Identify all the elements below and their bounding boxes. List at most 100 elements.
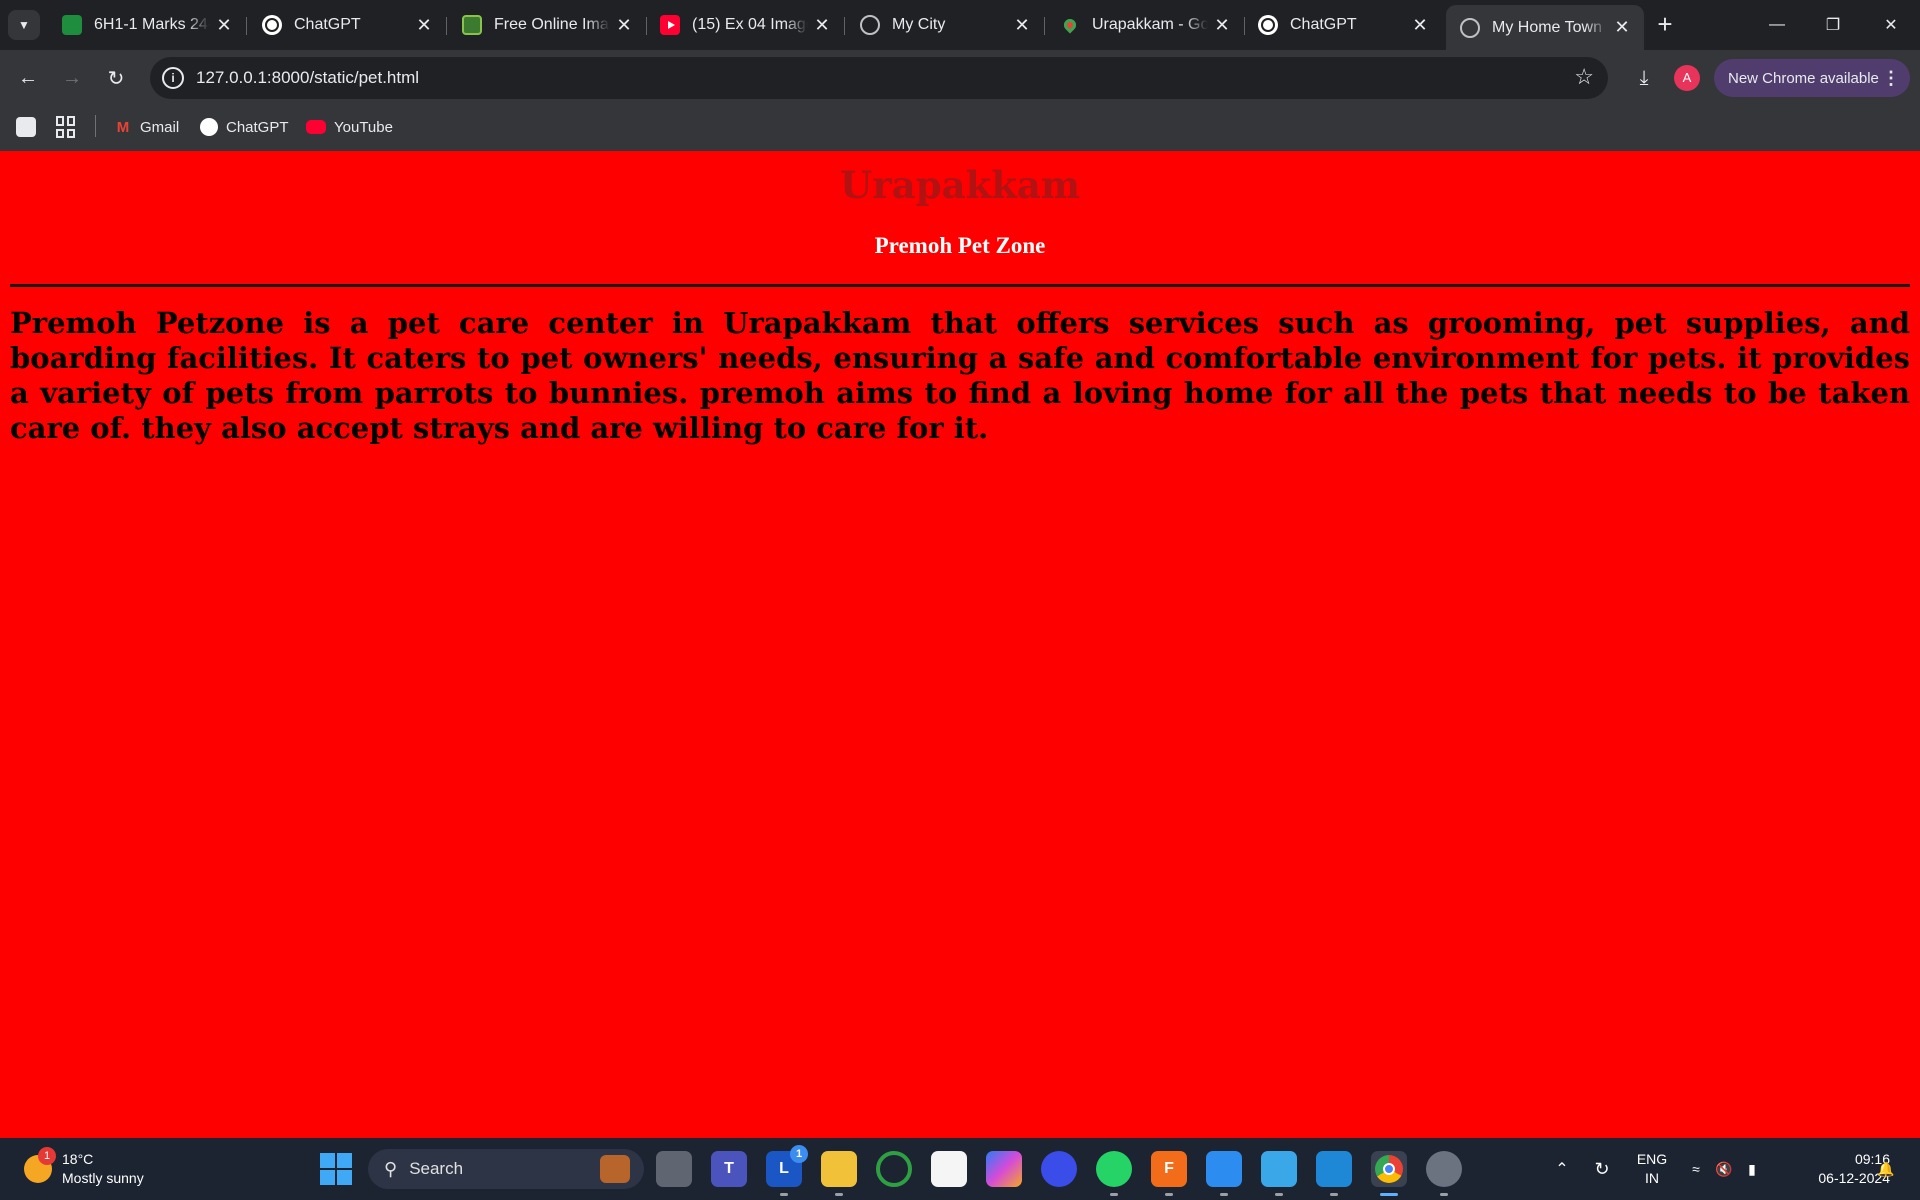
close-icon[interactable]: ✕ [210,15,238,36]
task-view-icon[interactable] [656,1151,692,1187]
wifi-icon[interactable]: ≈ [1684,1138,1708,1200]
close-icon[interactable]: ✕ [1608,17,1636,38]
battery-icon[interactable]: ▮ [1740,1138,1764,1200]
bookmark-label: ChatGPT [226,118,289,136]
tab-title: Urapakkam - Go [1092,16,1208,33]
tab-title: My Home Town [1492,18,1602,36]
teams-icon[interactable]: T [711,1151,747,1187]
minimize-button[interactable]: — [1754,8,1800,42]
download-icon[interactable]: ⤓ [1628,62,1660,94]
running-indicator [780,1193,788,1196]
tab-chatgpt[interactable]: ChatGPT ✕ [248,7,447,43]
taskbar-search[interactable]: ⚲ Search [368,1149,644,1189]
restore-button[interactable]: ❐ [1810,8,1856,42]
bookmark-gmail[interactable]: M Gmail [114,114,179,140]
address-url[interactable]: 127.0.0.1:8000/static/pet.html [196,68,419,88]
search-highlight-icon [600,1155,630,1183]
vscode-icon[interactable] [1316,1151,1352,1187]
close-window-button[interactable]: ✕ [1868,8,1914,42]
chatgpt-icon [1258,15,1278,35]
chrome-icon[interactable] [1371,1151,1407,1187]
running-indicator [1165,1193,1173,1196]
weather-icon: 1 [24,1147,56,1183]
address-bar[interactable]: i 127.0.0.1:8000/static/pet.html ☆ [150,57,1608,99]
page-title: Urapakkam [840,163,1080,207]
browser-chrome: ▼ 6H1-1 Marks 24- ✕ ChatGPT ✕ Free Onlin… [0,0,1920,151]
search-label: Search [409,1159,464,1178]
close-icon[interactable]: ✕ [1008,15,1036,36]
close-icon[interactable]: ✕ [808,15,836,36]
close-icon[interactable]: ✕ [410,15,438,36]
tab-my-home-town[interactable]: My Home Town ✕ [1446,5,1644,50]
apps-grid-icon[interactable] [56,116,78,138]
reload-icon[interactable]: ↻ [100,62,132,94]
chevron-down-icon[interactable]: ▼ [8,10,40,40]
language-indicator[interactable]: ENG IN [1630,1150,1674,1188]
start-button[interactable] [320,1153,352,1185]
forward-icon[interactable]: → [56,62,88,94]
tab-title: (15) Ex 04 Image [692,16,808,33]
description-paragraph: Premoh Petzone is a pet care center in U… [10,306,1910,445]
web-page: Urapakkam Premoh Pet Zone Premoh Petzone… [0,151,1920,1138]
store-icon[interactable] [931,1151,967,1187]
language-code: ENG [1636,1151,1668,1167]
tab-sheets[interactable]: 6H1-1 Marks 24- ✕ [48,7,247,43]
region-code: IN [1645,1170,1659,1186]
maps-icon [1060,15,1080,35]
file-explorer-icon[interactable] [821,1151,857,1187]
arc-icon[interactable] [1041,1151,1077,1187]
update-label: New Chrome available [1728,69,1879,87]
bookmark-label: Gmail [140,118,180,136]
tab-title: 6H1-1 Marks 24- [94,16,210,33]
tab-strip: ▼ 6H1-1 Marks 24- ✕ ChatGPT ✕ Free Onlin… [0,0,1920,50]
image-icon [462,15,482,35]
close-icon[interactable]: ✕ [1208,15,1236,36]
tab-title: ChatGPT [294,16,361,33]
close-icon[interactable]: ✕ [610,15,638,36]
divider [10,284,1910,287]
page-subtitle: Premoh Pet Zone [874,233,1046,258]
bookmarks-divider [95,115,96,137]
weather-temp: 18°C [62,1151,94,1167]
notepad-icon[interactable] [1261,1151,1297,1187]
chatgpt-icon [262,15,282,35]
launcher-icon[interactable]: L 1 [766,1145,808,1187]
photos-icon[interactable] [1206,1151,1242,1187]
chatgpt-icon [200,118,218,136]
bookmark-star-icon[interactable]: ☆ [1574,64,1594,90]
new-tab-button[interactable]: + [1650,10,1680,40]
update-chrome-button[interactable]: New Chrome available ⋮ [1714,59,1910,97]
more-menu-icon[interactable]: ⋮ [1882,68,1900,89]
settings-icon[interactable] [1426,1151,1462,1187]
sync-icon[interactable]: ↻ [1588,1138,1616,1200]
tab-title: ChatGPT [1290,16,1357,33]
back-icon[interactable]: ← [12,62,44,94]
weather-widget[interactable]: 1 18°C Mostly sunny [24,1147,144,1190]
tab-image-editor[interactable]: Free Online Imag ✕ [448,7,647,43]
fusion-icon[interactable]: F [1151,1151,1187,1187]
whatsapp-icon[interactable] [1096,1151,1132,1187]
avatar[interactable]: A [1674,65,1700,91]
refresh-app-icon[interactable] [876,1151,912,1187]
tab-maps[interactable]: Urapakkam - Go ✕ [1046,7,1245,43]
youtube-icon [660,15,680,35]
copilot-icon[interactable] [986,1151,1022,1187]
notification-bell-icon[interactable]: 🔔 [1872,1138,1900,1200]
weather-condition: Mostly sunny [62,1170,144,1186]
search-icon: ⚲ [384,1158,398,1179]
tab-my-city[interactable]: My City ✕ [846,7,1045,43]
close-icon[interactable]: ✕ [1406,15,1434,36]
chevron-up-icon[interactable]: ⌃ [1548,1138,1576,1200]
youtube-icon [306,120,326,134]
site-info-icon[interactable]: i [162,67,184,89]
volume-muted-icon[interactable]: 🔇 [1712,1138,1736,1200]
tab-youtube[interactable]: (15) Ex 04 Image ✕ [646,7,845,43]
running-indicator [1110,1193,1118,1196]
notification-badge: 1 [38,1147,56,1165]
bookmark-chatgpt[interactable]: ChatGPT [200,114,289,140]
bookmark-youtube[interactable]: YouTube [306,114,393,140]
tab-groups-icon[interactable] [16,117,36,137]
tab-title: Free Online Imag [494,16,610,33]
tab-chatgpt-2[interactable]: ChatGPT ✕ [1244,7,1442,43]
globe-icon [860,15,880,35]
